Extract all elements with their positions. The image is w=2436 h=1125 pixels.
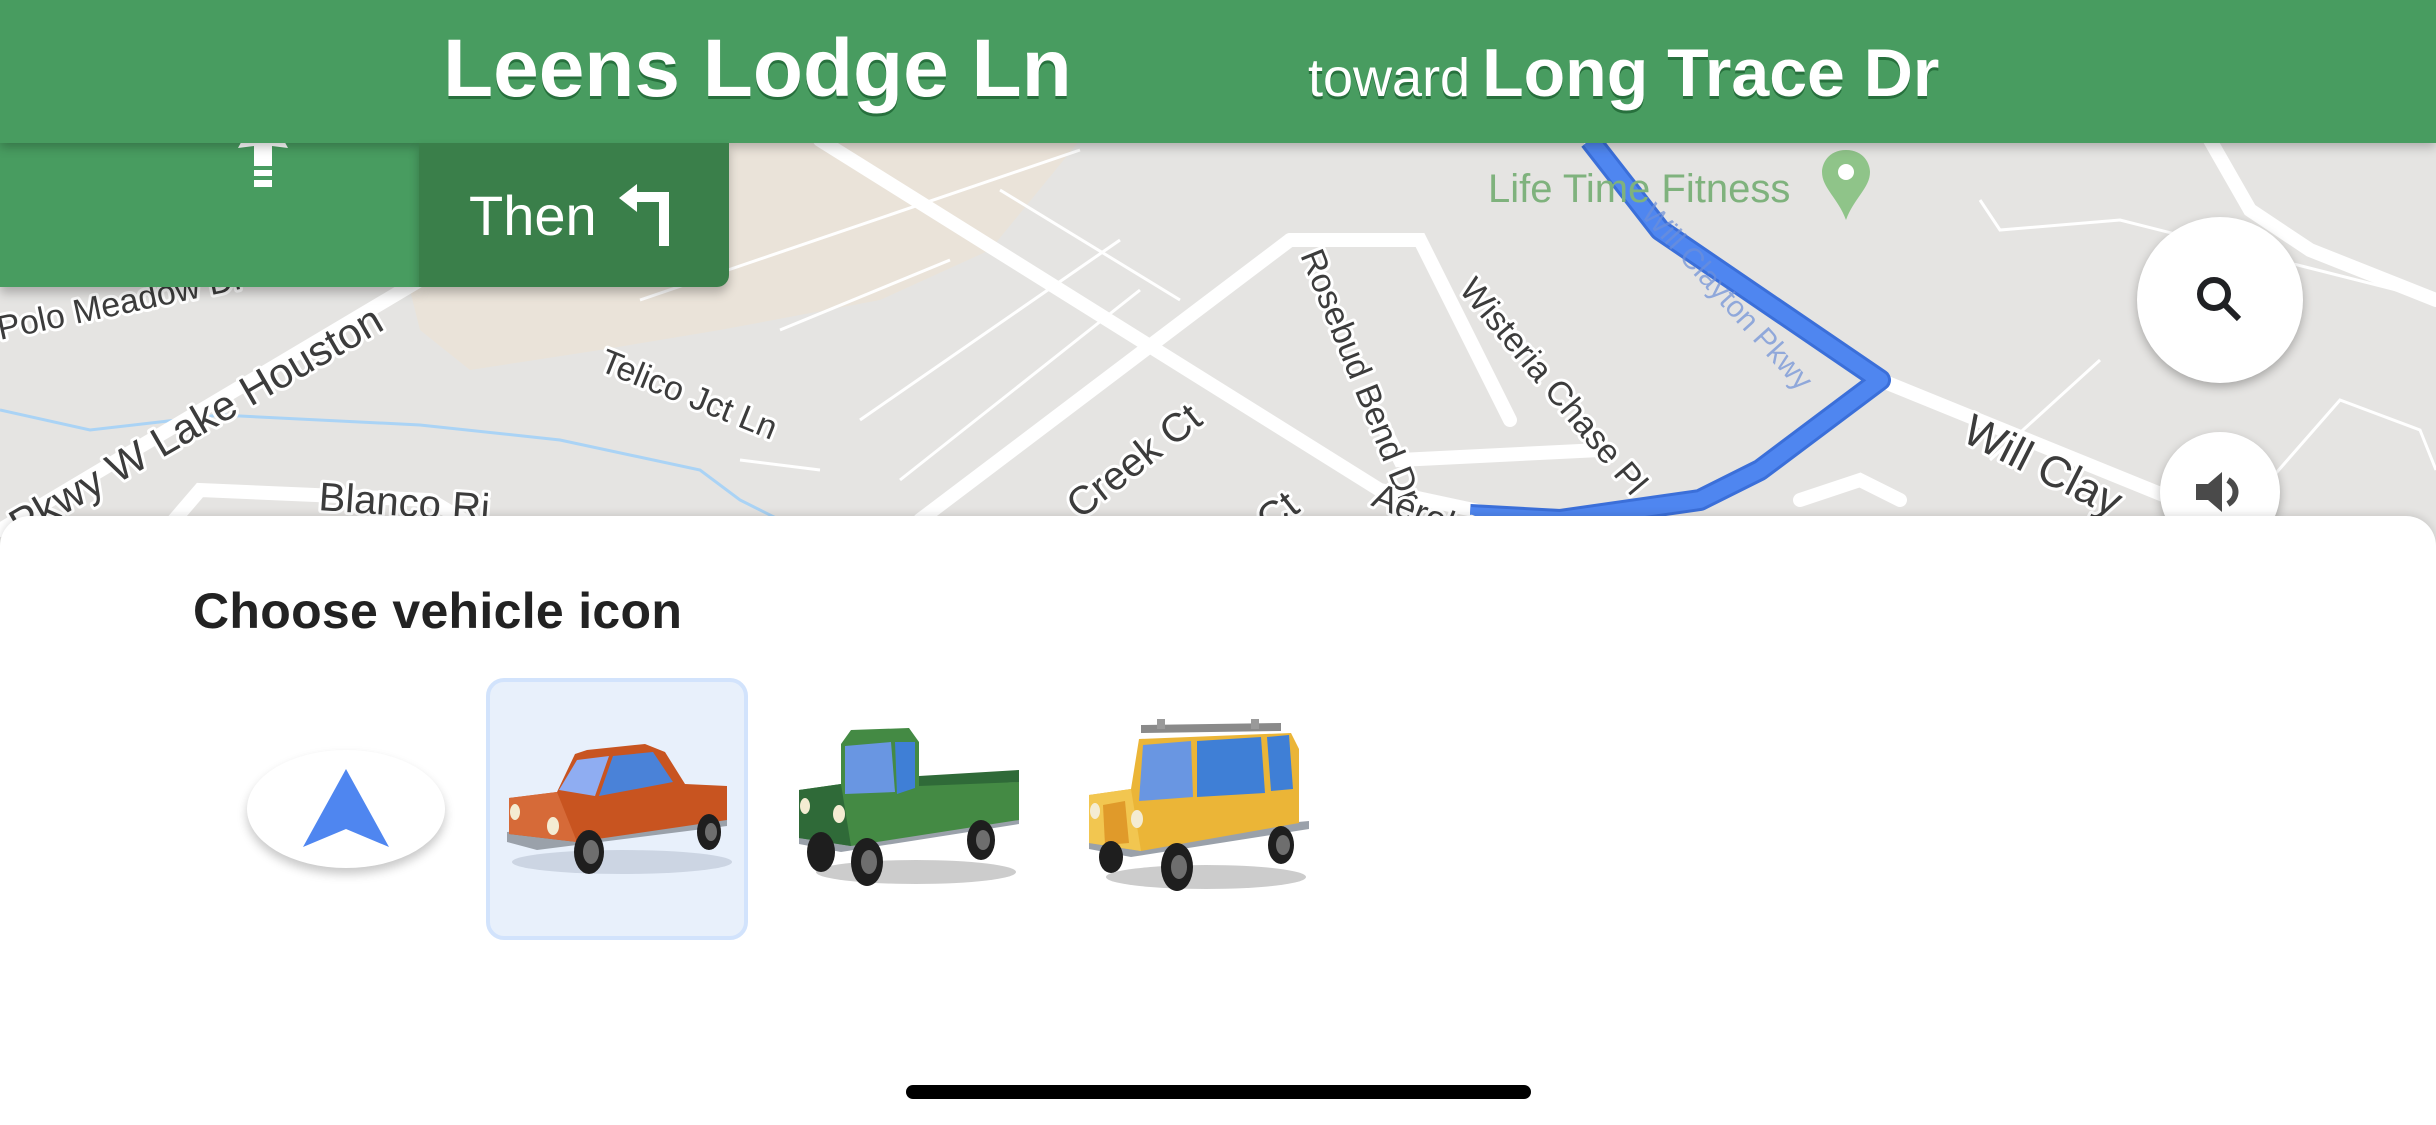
- toward-destination: toward Long Trace Dr: [1308, 34, 1939, 112]
- sedan-car-icon: [507, 744, 732, 874]
- turn-left-icon: [618, 184, 669, 246]
- current-street: Leens Lodge Ln: [443, 23, 1072, 114]
- vehicle-option-pickup[interactable]: [780, 678, 1042, 940]
- next-maneuver-box[interactable]: Then: [419, 143, 729, 287]
- pickup-truck-icon: [799, 728, 1019, 886]
- sheet-title: Choose vehicle icon: [193, 583, 683, 639]
- toward-label: toward: [1308, 48, 1471, 108]
- arrow-disc: [247, 750, 445, 868]
- navigation-header[interactable]: Leens Lodge Ln toward Long Trace Dr: [0, 0, 2436, 143]
- suv-icon: [1089, 719, 1309, 891]
- poi-label: Life Time Fitness: [1488, 167, 1790, 211]
- then-label: Then: [469, 183, 597, 247]
- toward-street: Long Trace Dr: [1482, 35, 1940, 111]
- vehicle-icon-sheet: Choose vehicle icon: [0, 516, 2436, 1125]
- vehicle-option-sedan[interactable]: [486, 678, 748, 940]
- vehicle-option-suv[interactable]: [1070, 678, 1332, 940]
- home-indicator[interactable]: [906, 1085, 1531, 1099]
- vehicle-option-arrow[interactable]: [215, 678, 477, 940]
- navigation-arrow-icon: [303, 769, 389, 847]
- volume-icon: [2196, 472, 2239, 512]
- search-icon: [2197, 277, 2242, 322]
- search-button[interactable]: [2137, 217, 2303, 383]
